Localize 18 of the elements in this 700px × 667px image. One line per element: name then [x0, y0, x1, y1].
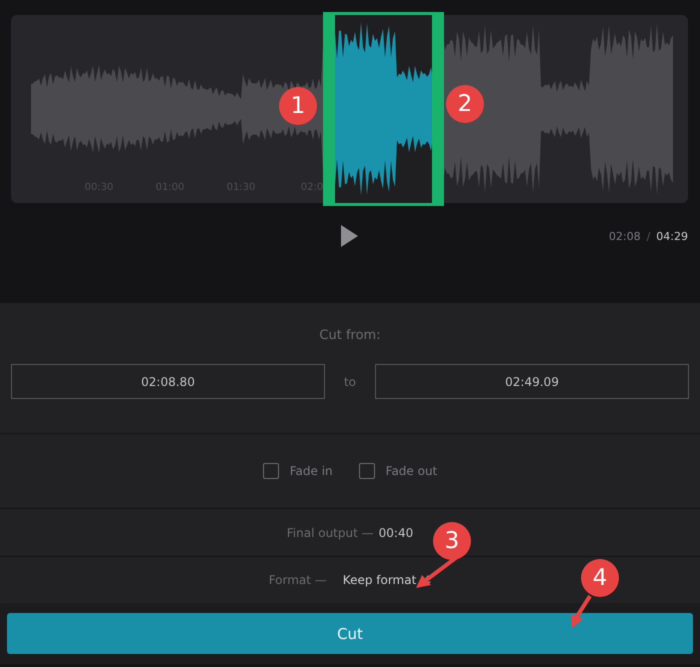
- sort-caret-icon[interactable]: [425, 574, 432, 586]
- range-joiner: to: [342, 374, 358, 388]
- time-separator: /: [646, 230, 650, 242]
- checkbox[interactable]: [262, 463, 279, 479]
- fade-label: Fade out: [386, 464, 438, 478]
- current-time: 02:08: [608, 230, 641, 242]
- fade-label: Fade in: [290, 464, 333, 478]
- checkbox[interactable]: [358, 463, 375, 479]
- start-time-field[interactable]: 02:08.80: [11, 364, 325, 399]
- final-output-value: 00:40: [378, 526, 414, 540]
- play-icon[interactable]: [340, 225, 359, 247]
- format-label: Format —: [268, 573, 327, 587]
- format-dropdown[interactable]: Keep format: [342, 573, 416, 587]
- total-time: 04:29: [656, 230, 688, 242]
- cut-from-heading: Cut from:: [319, 328, 381, 343]
- final-output-label: Final output —: [286, 526, 374, 540]
- selection-frame[interactable]: [323, 12, 444, 206]
- end-time-field[interactable]: 02:49.09: [375, 364, 689, 399]
